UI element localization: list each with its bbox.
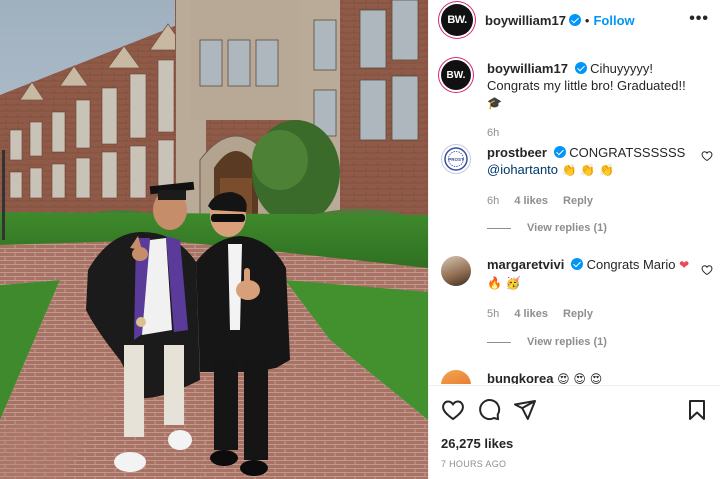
post-actions: 26,275 likes 7 HOURS AGO: [429, 385, 720, 479]
post-header: BW. boywilliam17 • Follow •••: [429, 0, 720, 40]
comment-username[interactable]: margaretvivi: [487, 257, 564, 272]
caption-username[interactable]: boywilliam17: [487, 61, 568, 76]
comment-body: margaretvivi Congrats Mario ❤ 🔥 🥳 5h 4 l…: [487, 256, 697, 323]
view-replies-button[interactable]: View replies (1): [487, 222, 607, 234]
comment-emoji-line2: 🔥 🥳: [487, 276, 521, 290]
commenter-avatar[interactable]: [441, 370, 471, 384]
likes-count[interactable]: 26,275 likes: [441, 436, 513, 451]
comment-username[interactable]: prostbeer: [487, 145, 547, 160]
reply-button[interactable]: Reply: [563, 195, 593, 207]
caption-meta: 6h: [487, 125, 697, 142]
more-options-icon[interactable]: •••: [689, 10, 709, 28]
comment-like-heart-icon[interactable]: [701, 150, 713, 162]
author-avatar[interactable]: BW.: [441, 4, 473, 36]
comment-body: prostbeer CONGRATSSSSSS @iohartanto 👏 👏 …: [487, 144, 697, 210]
author-username[interactable]: boywilliam17: [485, 13, 566, 28]
comment-time[interactable]: 6h: [487, 195, 499, 207]
post-sidebar: BW. boywilliam17 • Follow ••• BW. boywil…: [428, 0, 720, 479]
caption-time[interactable]: 6h: [487, 127, 499, 139]
comment-time[interactable]: 5h: [487, 308, 499, 320]
verified-badge-icon: [553, 146, 566, 158]
verified-badge-icon: [570, 258, 583, 270]
comment-likes[interactable]: 4 likes: [514, 195, 548, 207]
comment-meta: 6h 4 likes Reply: [487, 193, 697, 210]
comment-username[interactable]: bungkorea: [487, 371, 553, 384]
caption-avatar[interactable]: BW.: [441, 60, 471, 90]
commenter-avatar[interactable]: [441, 256, 471, 286]
comment-text: CONGRATSSSSSS: [569, 145, 686, 160]
comment-meta: 5h 4 likes Reply: [487, 306, 697, 323]
prost-logo-text: PROST: [448, 157, 464, 162]
graduation-photo: [0, 0, 428, 479]
comments-list[interactable]: BW. boywilliam17 Cihuyyyyy! Congrats my …: [429, 52, 720, 384]
comment-likes[interactable]: 4 likes: [514, 308, 548, 320]
comment-emoji: ❤: [679, 258, 690, 272]
dot-separator: •: [584, 12, 590, 28]
caption-body: boywilliam17 Cihuyyyyy! Congrats my litt…: [487, 60, 697, 142]
reply-button[interactable]: Reply: [563, 308, 593, 320]
prost-logo-icon: PROST: [444, 147, 468, 171]
comment-text: Congrats Mario: [586, 257, 676, 272]
caption-emoji: 🎓: [487, 96, 502, 110]
view-replies-button[interactable]: View replies (1): [487, 336, 607, 348]
comment-body: bungkorea 😍 😍 😍: [487, 370, 697, 384]
verified-badge-icon: [568, 14, 581, 26]
post-photo[interactable]: [0, 0, 428, 479]
comment-icon[interactable]: [477, 398, 501, 422]
post-timestamp[interactable]: 7 HOURS AGO: [441, 459, 506, 469]
send-icon[interactable]: [513, 398, 537, 422]
verified-badge-icon: [574, 62, 587, 74]
comment-mention[interactable]: @iohartanto: [487, 162, 558, 177]
comment-like-heart-icon[interactable]: [701, 264, 713, 276]
action-icons: [441, 398, 709, 422]
commenter-avatar[interactable]: PROST: [441, 144, 471, 174]
comment-emoji: 😍 😍 😍: [557, 372, 603, 384]
follow-button[interactable]: Follow: [593, 13, 634, 28]
heart-icon[interactable]: [441, 398, 465, 422]
bookmark-icon[interactable]: [685, 398, 709, 422]
comment-emoji: 👏 👏 👏: [561, 163, 615, 177]
